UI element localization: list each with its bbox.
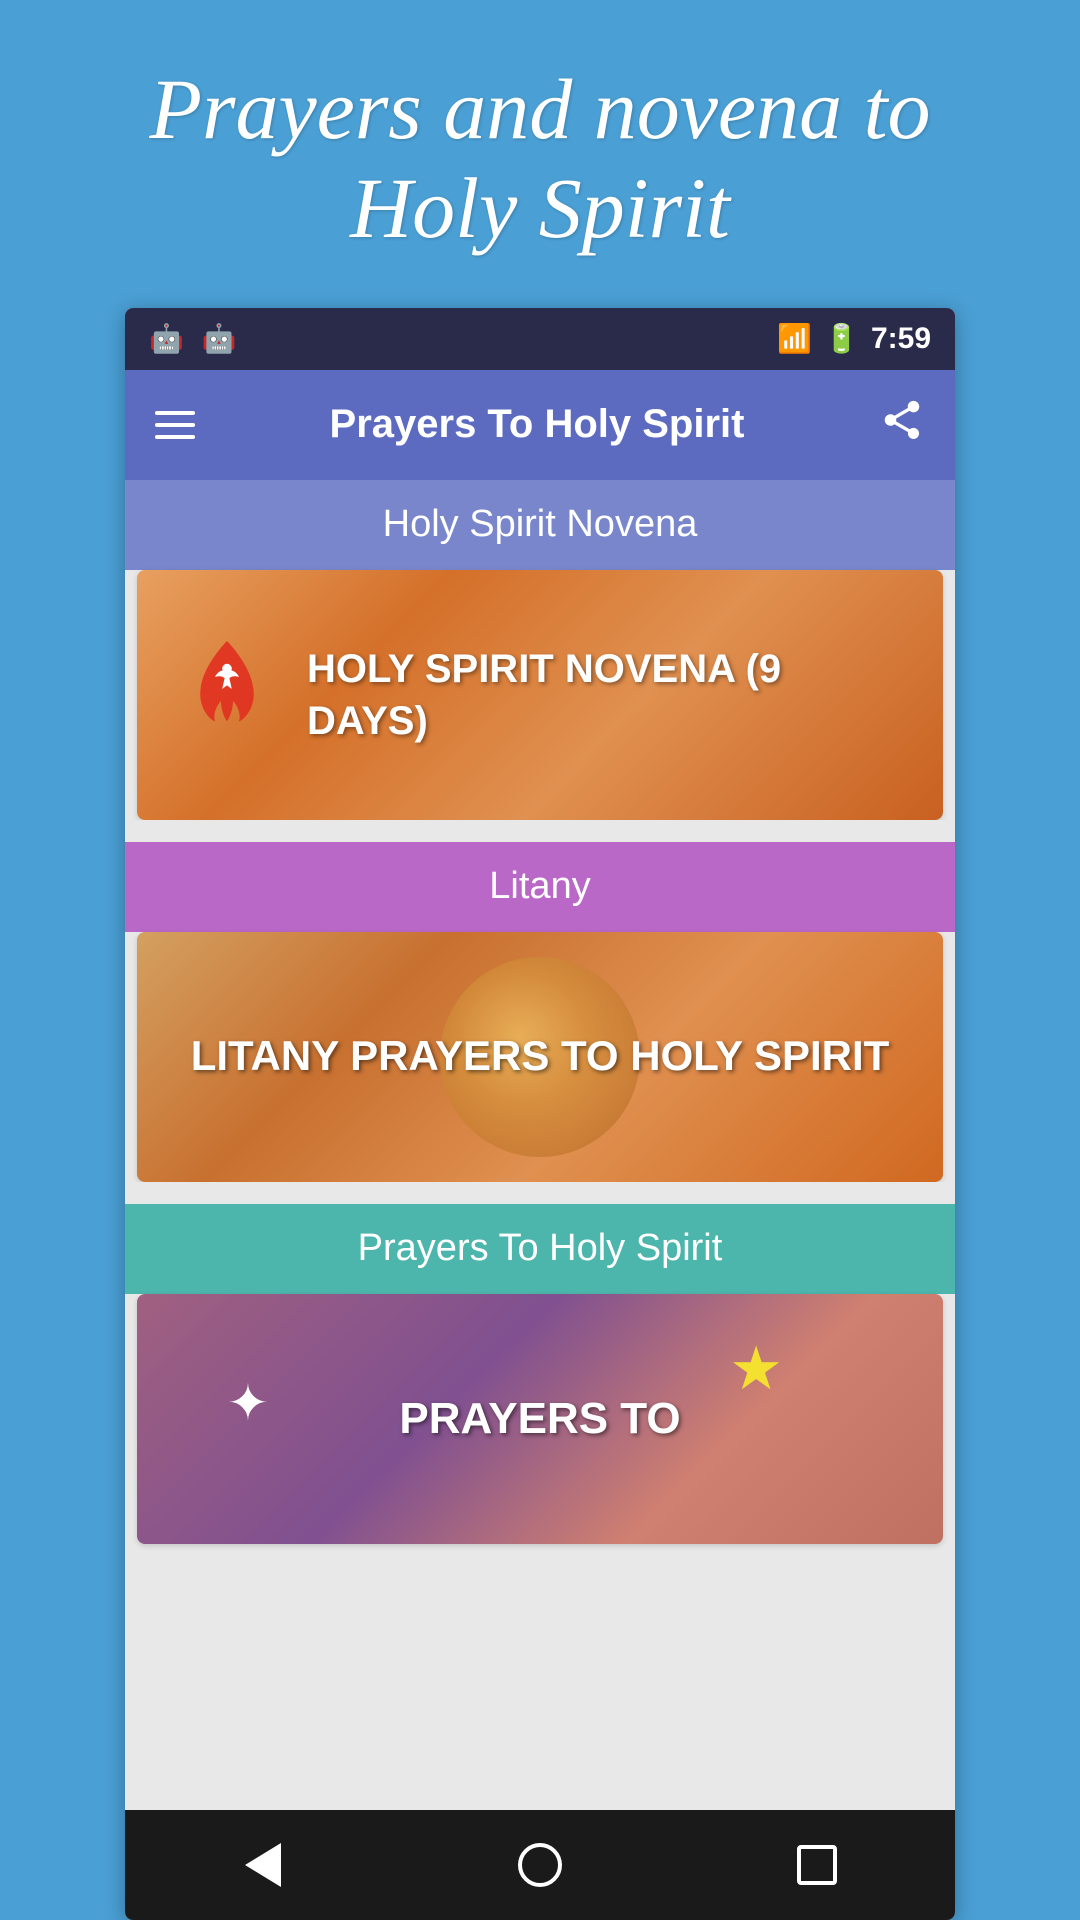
back-button[interactable] (223, 1825, 303, 1905)
app-bar: Prayers To Holy Spirit (125, 370, 955, 480)
prayers-card[interactable]: ✦ ★ PRAYERS TO (137, 1294, 943, 1544)
litany-card-title: LITANY PRAYERS TO HOLY SPIRIT (191, 1029, 890, 1084)
content-area: Holy Spirit Novena HOLY SPIRIT NOVENA (9… (125, 480, 955, 1810)
prayers-section-header[interactable]: Prayers To Holy Spirit (125, 1204, 955, 1294)
litany-card-image: LITANY PRAYERS TO HOLY SPIRIT (137, 932, 943, 1182)
prayers-section: Prayers To Holy Spirit ✦ ★ PRAYERS TO (125, 1204, 955, 1544)
bottom-navigation (125, 1810, 955, 1920)
status-bar: 🤖 🤖 📶 🔋 7:59 (125, 308, 955, 370)
phone-frame: 🤖 🤖 📶 🔋 7:59 Prayers To Holy Spirit Holy… (125, 308, 955, 1920)
litany-card[interactable]: LITANY PRAYERS TO HOLY SPIRIT (137, 932, 943, 1182)
signal-icon: 📶 (777, 322, 812, 355)
litany-section-header[interactable]: Litany (125, 842, 955, 932)
menu-button[interactable] (155, 411, 195, 439)
recent-icon (797, 1845, 837, 1885)
page-title: Prayers and novena to Holy Spirit (0, 0, 1080, 308)
android-icon-2: 🤖 (202, 322, 237, 355)
status-bar-left: 🤖 🤖 (149, 322, 237, 355)
novena-section-header[interactable]: Holy Spirit Novena (125, 480, 955, 570)
novena-card-title: HOLY SPIRIT NOVENA (9 DAYS) (307, 643, 903, 747)
star-icon: ★ (729, 1334, 783, 1404)
litany-card-content: LITANY PRAYERS TO HOLY SPIRIT (191, 1029, 890, 1084)
prayers-card-title: PRAYERS TO (399, 1394, 680, 1444)
home-button[interactable] (500, 1825, 580, 1905)
novena-card-content: HOLY SPIRIT NOVENA (9 DAYS) (137, 635, 943, 755)
time-display: 7:59 (871, 322, 931, 356)
gap-2 (125, 1182, 955, 1204)
novena-card[interactable]: HOLY SPIRIT NOVENA (9 DAYS) (137, 570, 943, 820)
novena-card-image: HOLY SPIRIT NOVENA (9 DAYS) (137, 570, 943, 820)
gap-1 (125, 820, 955, 842)
sparkle-icon: ✦ (227, 1374, 269, 1432)
home-icon (518, 1843, 562, 1887)
app-bar-title: Prayers To Holy Spirit (195, 402, 879, 447)
back-icon (245, 1843, 281, 1887)
recent-button[interactable] (777, 1825, 857, 1905)
flame-dove-icon (177, 635, 277, 755)
android-icon-1: 🤖 (149, 322, 184, 355)
novena-section: Holy Spirit Novena HOLY SPIRIT NOVENA (9… (125, 480, 955, 820)
litany-section: Litany LITANY PRAYERS TO HOLY SPIRIT (125, 842, 955, 1182)
battery-icon: 🔋 (824, 322, 859, 355)
status-bar-right: 📶 🔋 7:59 (777, 322, 931, 356)
share-button[interactable] (879, 397, 925, 453)
prayers-card-image: ✦ ★ PRAYERS TO (137, 1294, 943, 1544)
